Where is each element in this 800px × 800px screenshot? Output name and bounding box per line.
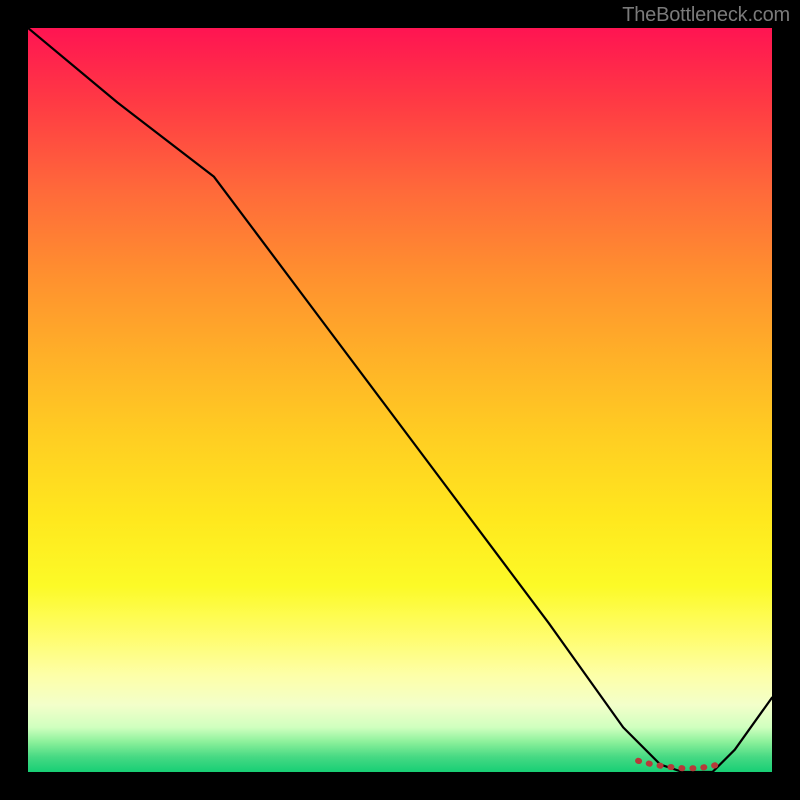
bottleneck-curve bbox=[28, 28, 772, 772]
optimal-zone-marker bbox=[638, 761, 724, 769]
watermark-label: TheBottleneck.com bbox=[622, 4, 790, 27]
chart-frame: TheBottleneck.com bbox=[0, 0, 800, 800]
chart-overlay bbox=[28, 28, 772, 772]
